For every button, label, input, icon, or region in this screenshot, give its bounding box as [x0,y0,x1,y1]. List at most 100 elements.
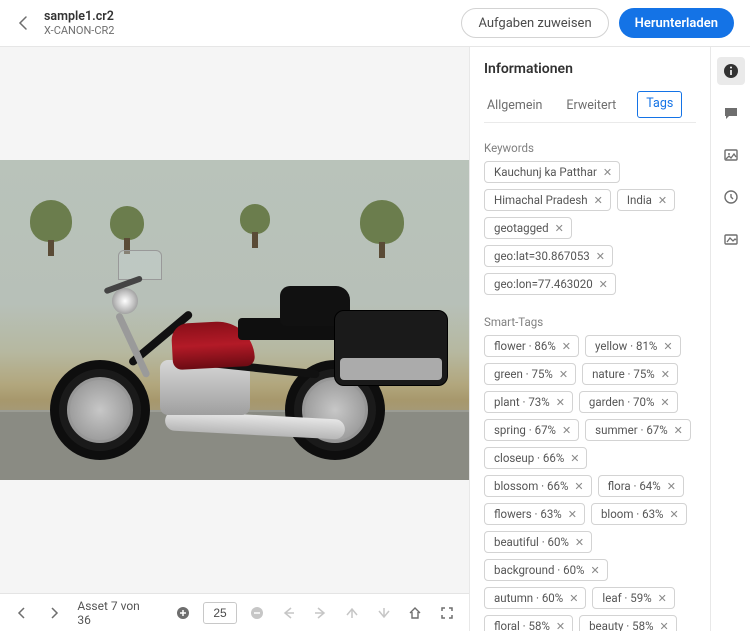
back-button[interactable] [10,9,38,37]
keyword-tag[interactable]: India✕ [617,189,675,211]
keyword-tag[interactable]: geo:lon=77.463020✕ [484,273,616,295]
info-tabs: Allgemein Erweitert Tags [484,91,696,123]
remove-tag-icon[interactable]: ✕ [596,250,605,263]
download-label: Herunterladen [635,16,718,31]
remove-tag-icon[interactable]: ✕ [555,222,564,235]
minus-circle-icon [250,606,264,620]
remove-tag-icon[interactable]: ✕ [658,194,667,207]
zoom-input[interactable] [203,602,237,624]
smart-tag[interactable]: blossom · 66% ✕ [484,475,592,497]
history-icon [723,189,739,205]
smart-tag[interactable]: summer · 67%✕ [585,419,691,441]
tab-advanced[interactable]: Erweitert [563,91,619,122]
chevron-right-icon [48,607,60,619]
smart-tag[interactable]: autumn · 60% ✕ [484,587,586,609]
remove-tag-icon[interactable]: ✕ [562,424,571,437]
fullscreen-button[interactable] [435,601,459,625]
smart-tag[interactable]: bloom · 63% ✕ [591,503,687,525]
tag-label: closeup · 66% [494,451,564,465]
tag-label: autumn · 60% [494,591,563,605]
remove-tag-icon[interactable]: ✕ [562,340,571,353]
tab-general[interactable]: Allgemein [484,91,545,122]
remove-tag-icon[interactable]: ✕ [570,452,579,465]
pan-down-button[interactable] [372,601,396,625]
remove-tag-icon[interactable]: ✕ [660,620,669,631]
remove-tag-icon[interactable]: ✕ [660,396,669,409]
pan-left-button[interactable] [277,601,301,625]
tag-label: blossom · 66% [494,479,568,493]
remove-tag-icon[interactable]: ✕ [669,508,678,521]
keyword-tag[interactable]: Kauchunj ka Patthar ✕ [484,161,620,183]
assign-tasks-button[interactable]: Aufgaben zuweisen [461,8,608,38]
remove-tag-icon[interactable]: ✕ [569,592,578,605]
asset-preview-image [0,160,469,480]
zoom-in-button[interactable] [171,601,195,625]
tag-label: plant · 73% [494,395,550,409]
rail-renditions-button[interactable] [717,141,745,169]
tag-label: nature · 75% [592,367,655,381]
zoom-out-button[interactable] [245,601,269,625]
smart-tag[interactable]: flower · 86%✕ [484,335,579,357]
tag-label: Kauchunj ka Patthar [494,165,597,179]
pan-right-button[interactable] [308,601,332,625]
remove-tag-icon[interactable]: ✕ [559,368,568,381]
plus-circle-icon [176,606,190,620]
smart-tag[interactable]: green · 75% ✕ [484,363,576,385]
remove-tag-icon[interactable]: ✕ [590,564,599,577]
download-button[interactable]: Herunterladen [619,8,734,38]
keyword-tag[interactable]: geo:lat=30.867053✕ [484,245,613,267]
remove-tag-icon[interactable]: ✕ [574,480,583,493]
tag-label: green · 75% [494,367,553,381]
remove-tag-icon[interactable]: ✕ [661,368,670,381]
smart-tag[interactable]: garden · 70%✕ [579,391,678,413]
tab-tags[interactable]: Tags [637,91,682,118]
tag-label: leaf · 59% [602,591,651,605]
smart-tag[interactable]: beautiful · 60%✕ [484,531,592,553]
preview-footer: Asset 7 von 36 [0,593,469,631]
remove-tag-icon[interactable]: ✕ [674,424,683,437]
arrow-down-icon [377,606,391,620]
smart-tag[interactable]: spring · 67% ✕ [484,419,579,441]
smart-tag[interactable]: background · 60%✕ [484,559,608,581]
reset-view-button[interactable] [404,601,428,625]
remove-tag-icon[interactable]: ✕ [594,194,603,207]
fullscreen-icon [440,606,454,620]
smart-tag[interactable]: closeup · 66% ✕ [484,447,587,469]
remove-tag-icon[interactable]: ✕ [599,278,608,291]
info-panel-title: Informationen [484,61,696,77]
remove-tag-icon[interactable]: ✕ [603,166,612,179]
rail-comments-button[interactable] [717,99,745,127]
tag-label: beauty · 58% [589,619,653,631]
rail-history-button[interactable] [717,183,745,211]
remove-tag-icon[interactable]: ✕ [556,396,565,409]
smart-tag[interactable]: beauty · 58% ✕ [579,615,677,631]
prev-asset-button[interactable] [10,601,34,625]
landscape-icon [723,231,739,247]
remove-tag-icon[interactable]: ✕ [658,592,667,605]
remove-tag-icon[interactable]: ✕ [575,536,584,549]
rail-versions-button[interactable] [717,225,745,253]
smart-tag[interactable]: leaf · 59% ✕ [592,587,674,609]
remove-tag-icon[interactable]: ✕ [667,480,676,493]
smart-tag[interactable]: flowers · 63%✕ [484,503,585,525]
smart-tag[interactable]: nature · 75% ✕ [582,363,678,385]
rail-info-button[interactable] [717,57,745,85]
smart-tag[interactable]: yellow · 81%✕ [585,335,681,357]
smart-tag[interactable]: floral · 58%✕ [484,615,573,631]
tag-label: bloom · 63% [601,507,664,521]
smart-tag[interactable]: flora · 64%✕ [598,475,684,497]
remove-tag-icon[interactable]: ✕ [556,620,565,631]
pan-up-button[interactable] [340,601,364,625]
smart-tag[interactable]: plant · 73% ✕ [484,391,573,413]
next-asset-button[interactable] [42,601,66,625]
remove-tag-icon[interactable]: ✕ [568,508,577,521]
remove-tag-icon[interactable]: ✕ [663,340,672,353]
header-bar: sample1.cr2 X-CANON-CR2 Aufgaben zuweise… [0,0,750,47]
keyword-tag[interactable]: Himachal Pradesh✕ [484,189,611,211]
keywords-section-label: Keywords [484,141,696,155]
keyword-tag[interactable]: geotagged✕ [484,217,572,239]
preview-area[interactable] [0,47,469,593]
info-icon [723,63,739,79]
tag-label: spring · 67% [494,423,556,437]
home-icon [408,606,422,620]
